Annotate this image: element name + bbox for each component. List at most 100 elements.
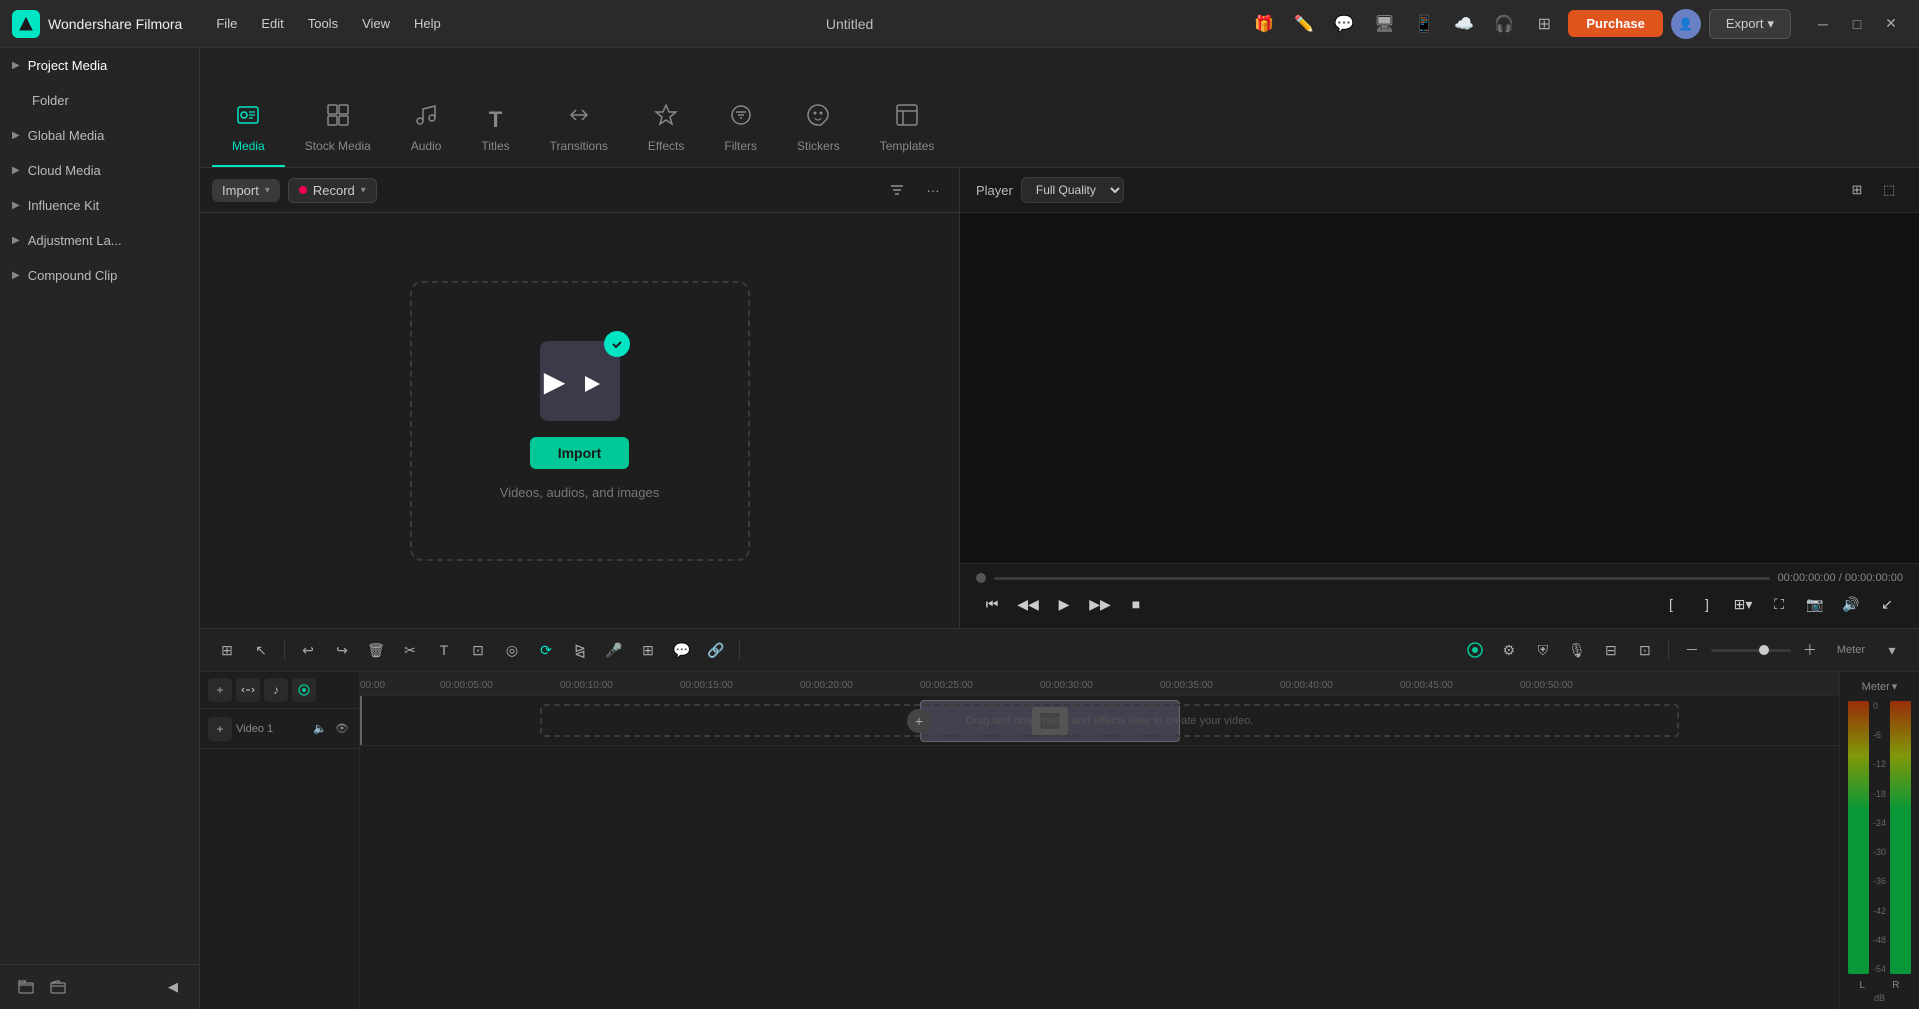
settings-button[interactable]: ⚙ xyxy=(1494,635,1524,665)
subtitle-button[interactable]: 💬 xyxy=(667,635,697,665)
drop-import-button[interactable]: Import xyxy=(530,437,630,469)
stop-button[interactable]: ■ xyxy=(1120,588,1152,620)
skip-back-button[interactable]: ⏮ xyxy=(976,588,1008,620)
color-button[interactable]: ⧎ xyxy=(565,635,595,665)
tab-audio[interactable]: Audio xyxy=(391,91,462,167)
fullscreen-button[interactable]: ⛶ xyxy=(1763,588,1795,620)
tab-filters[interactable]: Filters xyxy=(704,91,777,167)
zoom-control[interactable] xyxy=(1711,649,1791,652)
close-button[interactable]: ✕ xyxy=(1875,8,1907,40)
captions-button[interactable]: ⊡ xyxy=(1630,635,1660,665)
add-to-track-button[interactable]: + xyxy=(208,717,232,741)
gift-icon[interactable]: 🎁 xyxy=(1248,8,1280,40)
snapshot-button[interactable]: 📷 xyxy=(1799,588,1831,620)
minimize-button[interactable]: ─ xyxy=(1807,8,1839,40)
step-back-button[interactable]: ◀◀ xyxy=(1012,588,1044,620)
sidebar-item-folder[interactable]: Folder xyxy=(0,83,199,118)
play-button[interactable]: ▶ xyxy=(1048,588,1080,620)
menu-edit[interactable]: Edit xyxy=(251,12,293,35)
tab-media[interactable]: Media xyxy=(212,91,285,167)
seekbar[interactable]: 00:00:00:00 / 00:00:00:00 xyxy=(976,572,1903,584)
more-preview-options[interactable]: ↙ xyxy=(1871,588,1903,620)
timeline-area: ⊞ ↖ ↩ ↪ 🗑 ✂ T ⊡ ◎ ⟳ ⧎ 🎤 ⊞ 💬 🔗 xyxy=(200,628,1919,1009)
track-eye-button[interactable]: 👁 xyxy=(333,720,351,738)
crop-tool-button[interactable]: ⊡ xyxy=(463,635,493,665)
text-tool-button[interactable]: T xyxy=(429,635,459,665)
filter-icon[interactable] xyxy=(883,176,911,204)
add-audio-track-button[interactable]: ♪ xyxy=(264,678,288,702)
headphone-icon[interactable]: 🎧 xyxy=(1488,8,1520,40)
tab-stock-media[interactable]: Stock Media xyxy=(285,91,391,167)
mark-in-button[interactable]: [ xyxy=(1655,588,1687,620)
menu-help[interactable]: Help xyxy=(404,12,451,35)
select-tool-button[interactable]: ↖ xyxy=(246,635,276,665)
titles-tab-icon: T xyxy=(489,107,502,133)
link-button[interactable]: 🔗 xyxy=(701,635,731,665)
magicpen-icon[interactable]: ✏️ xyxy=(1288,8,1320,40)
tab-stickers[interactable]: Stickers xyxy=(777,91,860,167)
sidebar-item-global-media[interactable]: ▶ Global Media xyxy=(0,118,199,153)
maximize-button[interactable]: □ xyxy=(1841,8,1873,40)
menu-tools[interactable]: Tools xyxy=(298,12,348,35)
sidebar-item-compound-clip[interactable]: ▶ Compound Clip xyxy=(0,258,199,293)
menu-file[interactable]: File xyxy=(206,12,247,35)
stabilize-button[interactable]: ◎ xyxy=(497,635,527,665)
phone-icon[interactable]: 📱 xyxy=(1408,8,1440,40)
sidebar-item-project-media[interactable]: ▶ Project Media xyxy=(0,48,199,83)
zoom-thumb[interactable] xyxy=(1759,645,1769,655)
tab-transitions[interactable]: Transitions xyxy=(530,91,628,167)
sidebar-collapse-button[interactable]: ◀ xyxy=(159,973,187,1001)
tab-templates[interactable]: Templates xyxy=(860,91,955,167)
delete-button[interactable]: 🗑 xyxy=(361,635,391,665)
seekbar-thumb[interactable] xyxy=(976,573,986,583)
timeline-layout-button[interactable]: ⊞ xyxy=(212,635,242,665)
new-folder-button[interactable] xyxy=(12,973,40,1001)
aspect-ratio-icon[interactable]: ⬚ xyxy=(1875,176,1903,204)
scale-42: -42 xyxy=(1873,906,1886,916)
grid-view-icon[interactable]: ⊞ xyxy=(1843,176,1871,204)
redo-button[interactable]: ↪ xyxy=(327,635,357,665)
meter-dropdown-icon[interactable]: ▾ xyxy=(1877,635,1907,665)
chat-icon[interactable]: 💬 xyxy=(1328,8,1360,40)
tab-effects[interactable]: Effects xyxy=(628,91,704,167)
cut-tool-button[interactable]: ✂ xyxy=(395,635,425,665)
shield-button[interactable]: ⛨ xyxy=(1528,635,1558,665)
step-forward-button[interactable]: ▶▶ xyxy=(1084,588,1116,620)
cloud-icon[interactable]: ☁️ xyxy=(1448,8,1480,40)
zoom-out-button[interactable]: － xyxy=(1677,635,1707,665)
monitor-icon[interactable]: 🖥 xyxy=(1368,8,1400,40)
scene-button[interactable]: ⊟ xyxy=(1596,635,1626,665)
ai-track-button[interactable] xyxy=(292,678,316,702)
sidebar-item-influence-kit[interactable]: ▶ Influence Kit xyxy=(0,188,199,223)
sidebar-item-adjustment-layer[interactable]: ▶ Adjustment La... xyxy=(0,223,199,258)
quality-select[interactable]: Full Quality xyxy=(1021,177,1124,203)
meter-dropdown-chevron[interactable]: ▾ xyxy=(1892,680,1898,693)
multi-clip-button[interactable]: ⊞ xyxy=(633,635,663,665)
audio-settings-button[interactable]: 🔊 xyxy=(1835,588,1867,620)
track-mute-button[interactable]: 🔈 xyxy=(311,720,329,738)
export-button[interactable]: Export ▾ xyxy=(1709,9,1791,39)
open-folder-button[interactable] xyxy=(44,973,72,1001)
more-options-icon[interactable]: ··· xyxy=(919,176,947,204)
zoom-slider[interactable] xyxy=(1711,649,1791,652)
mark-out-button[interactable]: ] xyxy=(1691,588,1723,620)
title-area: Untitled xyxy=(459,16,1241,32)
grid-icon[interactable]: ⊞ xyxy=(1528,8,1560,40)
sidebar-item-cloud-media[interactable]: ▶ Cloud Media xyxy=(0,153,199,188)
ai-tool-button[interactable]: ⟳ xyxy=(531,635,561,665)
playback-speed-button[interactable] xyxy=(1460,635,1490,665)
add-to-timeline-button[interactable]: ⊞▾ xyxy=(1727,588,1759,620)
tab-titles[interactable]: T Titles xyxy=(461,95,529,167)
record-button[interactable]: Record ▾ xyxy=(288,178,377,203)
zoom-in-button[interactable]: ＋ xyxy=(1795,635,1825,665)
import-button[interactable]: Import ▾ xyxy=(212,179,280,202)
avatar[interactable]: 👤 xyxy=(1671,9,1701,39)
add-video-track-button[interactable]: + xyxy=(208,678,232,702)
add-linked-clip-button[interactable] xyxy=(236,678,260,702)
mic-button[interactable]: 🎙 xyxy=(1562,635,1592,665)
undo-button[interactable]: ↩ xyxy=(293,635,323,665)
menu-view[interactable]: View xyxy=(352,12,400,35)
purchase-button[interactable]: Purchase xyxy=(1568,10,1663,37)
seekbar-track[interactable] xyxy=(994,577,1770,580)
audio-tool-button[interactable]: 🎤 xyxy=(599,635,629,665)
